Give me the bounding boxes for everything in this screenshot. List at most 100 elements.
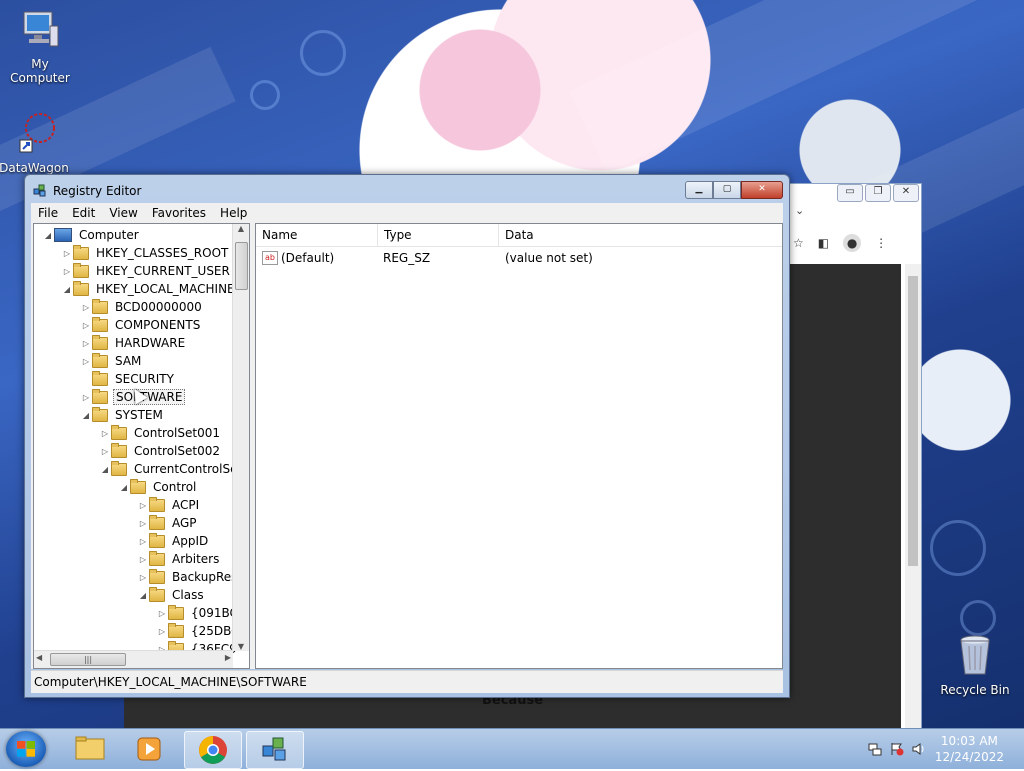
expand-arrow-icon[interactable]: ▷ (137, 537, 149, 546)
menu-edit[interactable]: Edit (65, 206, 102, 220)
expand-arrow-icon[interactable]: ▷ (80, 339, 92, 348)
start-button[interactable] (6, 731, 46, 767)
expand-arrow-icon[interactable]: ▷ (61, 267, 73, 276)
menu-kebab-icon[interactable]: ⋮ (875, 236, 887, 250)
network-icon[interactable] (868, 742, 882, 756)
side-panel-icon[interactable]: ◧ (818, 236, 829, 250)
collapse-arrow-icon[interactable]: ◢ (137, 591, 149, 600)
tab-dropdown-icon[interactable]: ⌄ (795, 204, 804, 217)
minimize-icon[interactable]: ▁ (685, 181, 713, 199)
collapse-arrow-icon[interactable]: ◢ (99, 465, 111, 474)
scrollbar-thumb[interactable] (235, 242, 248, 290)
expand-arrow-icon[interactable]: ▷ (80, 357, 92, 366)
close-icon[interactable]: ✕ (741, 181, 783, 199)
taskbar-regedit-button[interactable] (246, 731, 304, 769)
scrollbar-thumb[interactable] (908, 276, 918, 566)
values-list[interactable]: Name Type Data ab (Default) REG_SZ (value… (255, 223, 783, 669)
folder-icon (149, 496, 165, 512)
expand-arrow-icon[interactable]: ▷ (137, 519, 149, 528)
expand-arrow-icon[interactable]: ▷ (80, 303, 92, 312)
tree-node-label: ControlSet001 (134, 426, 220, 440)
tree-node[interactable]: ▷ ControlSet002 (99, 442, 222, 460)
folder-icon (92, 388, 108, 404)
collapse-arrow-icon[interactable]: ◢ (118, 483, 130, 492)
scroll-left-icon[interactable]: ◀ (36, 653, 42, 662)
tree-node-label: HKEY_LOCAL_MACHINE (96, 282, 235, 296)
expand-arrow-icon[interactable]: ▷ (137, 573, 149, 582)
taskbar-media-player-button[interactable] (122, 731, 178, 767)
registry-tree[interactable]: ▷ {36FC9 ▷ {25DBC ▷ {091BC ◢ Class ▷ BackupRes ▷ Ar… (33, 223, 250, 669)
expand-arrow-icon[interactable]: ▷ (137, 555, 149, 564)
minimize-icon[interactable]: ▭ (837, 184, 863, 202)
expand-arrow-icon[interactable]: ▷ (156, 627, 168, 636)
expand-arrow-icon[interactable]: ▷ (80, 393, 92, 402)
folder-icon (111, 442, 127, 458)
expand-arrow-icon[interactable]: ▷ (99, 447, 111, 456)
volume-icon[interactable] (912, 742, 926, 756)
tree-vertical-scrollbar[interactable]: ▲ ▼ (232, 224, 249, 651)
tree-node[interactable]: ▷ HKEY_CLASSES_ROOT (61, 244, 230, 262)
tree-node-label: SAM (115, 354, 142, 368)
tree-node[interactable]: ▷ BCD00000000 (80, 298, 204, 316)
tree-node[interactable]: ◢ HKEY_LOCAL_MACHINE (61, 280, 237, 298)
tree-node[interactable]: ▷ HKEY_CURRENT_USER (61, 262, 232, 280)
expand-arrow-icon[interactable]: ▷ (80, 321, 92, 330)
expand-arrow-icon[interactable]: ▷ (61, 249, 73, 258)
menu-help[interactable]: Help (213, 206, 254, 220)
tree-node[interactable]: ◢ Control (118, 478, 198, 496)
column-header-data[interactable]: Data (499, 224, 781, 246)
desktop-icon-recycle-bin[interactable]: Recycle Bin (935, 632, 1015, 697)
column-header-type[interactable]: Type (378, 224, 499, 246)
collapse-arrow-icon[interactable]: ◢ (80, 411, 92, 420)
tree-node[interactable]: ▷ COMPONENTS (80, 316, 202, 334)
desktop-icon-my-computer[interactable]: My Computer (0, 8, 80, 85)
folder-icon (130, 478, 146, 494)
tree-node[interactable]: ▷ BackupRes (137, 568, 239, 586)
scroll-up-icon[interactable]: ▲ (233, 224, 249, 233)
tree-node[interactable]: ◢ SYSTEM (80, 406, 165, 424)
tree-node[interactable]: ▷ ACPI (137, 496, 201, 514)
menu-favorites[interactable]: Favorites (145, 206, 213, 220)
taskbar-explorer-button[interactable] (62, 731, 118, 767)
title-bar[interactable]: Registry Editor ▁ ▢ ✕ (25, 175, 789, 203)
column-header-name[interactable]: Name (256, 224, 378, 246)
tree-node[interactable]: SECURITY (80, 370, 176, 388)
tree-node[interactable]: ▷ AppID (137, 532, 210, 550)
bookmark-star-icon[interactable]: ☆ (793, 236, 804, 250)
tree-node[interactable]: ▷ Arbiters (137, 550, 221, 568)
scrollbar-thumb[interactable]: ||| (50, 653, 126, 666)
tree-node[interactable]: ▷ {091BC (156, 604, 240, 622)
desktop-icon-datawagon[interactable]: DataWagon (0, 112, 74, 175)
tree-horizontal-scrollbar[interactable]: ◀ ||| ▶ (34, 650, 233, 668)
tree-node[interactable]: ▷ ControlSet001 (99, 424, 222, 442)
menu-view[interactable]: View (102, 206, 144, 220)
action-center-flag-icon[interactable] (890, 742, 904, 756)
tree-node-label: ControlSet002 (134, 444, 220, 458)
expand-arrow-icon[interactable]: ▷ (99, 429, 111, 438)
profile-avatar-icon[interactable]: ● (843, 234, 862, 252)
tree-node[interactable]: ◢ Class (137, 586, 206, 604)
browser-window-background[interactable]: ▭ ❐ ✕ ⌄ ☆ ◧ ● ⋮ (788, 183, 922, 733)
tree-node[interactable]: ◢ Computer (42, 226, 141, 244)
registry-editor-window[interactable]: Registry Editor ▁ ▢ ✕ File Edit View Fav… (24, 174, 790, 698)
value-row[interactable]: ab (Default) REG_SZ (value not set) (256, 248, 782, 268)
maximize-icon[interactable]: ▢ (713, 181, 741, 199)
folder-icon (92, 298, 108, 314)
tree-node[interactable]: ▷ {25DBC (156, 622, 242, 640)
clock[interactable]: 10:03 AM 12/24/2022 (935, 733, 1004, 765)
tree-node[interactable]: ▷ AGP (137, 514, 199, 532)
expand-arrow-icon[interactable]: ▷ (156, 609, 168, 618)
browser-scrollbar[interactable] (905, 264, 921, 732)
scroll-down-icon[interactable]: ▼ (233, 642, 249, 651)
menu-file[interactable]: File (31, 206, 65, 220)
taskbar-chrome-button[interactable] (184, 731, 242, 769)
scroll-right-icon[interactable]: ▶ (225, 653, 231, 662)
expand-arrow-icon[interactable]: ▷ (137, 501, 149, 510)
tree-node[interactable]: ◢ CurrentControlSet (99, 460, 244, 478)
tree-node[interactable]: ▷ HARDWARE (80, 334, 187, 352)
collapse-arrow-icon[interactable]: ◢ (42, 231, 54, 240)
collapse-arrow-icon[interactable]: ◢ (61, 285, 73, 294)
tree-node[interactable]: ▷ SAM (80, 352, 143, 370)
maximize-icon[interactable]: ❐ (865, 184, 891, 202)
close-icon[interactable]: ✕ (893, 184, 919, 202)
